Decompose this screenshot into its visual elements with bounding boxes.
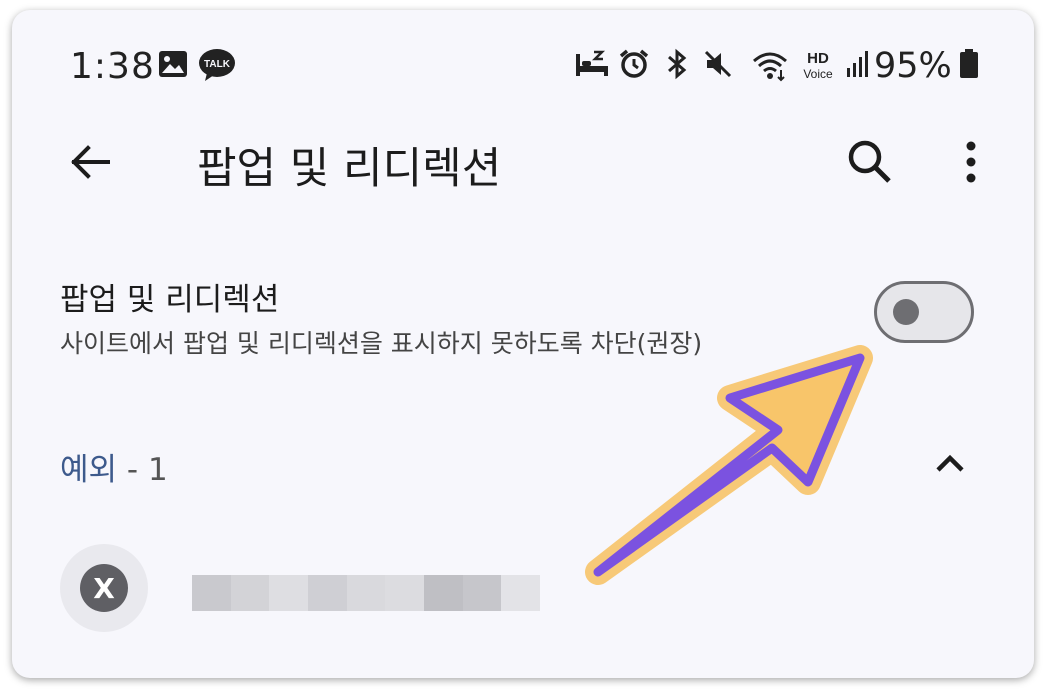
- battery-percent: 95%: [874, 46, 952, 86]
- wifi-icon: [753, 52, 787, 82]
- status-time: 1:38: [70, 46, 155, 87]
- chevron-up-icon[interactable]: [930, 444, 970, 484]
- search-icon[interactable]: [844, 136, 896, 188]
- exceptions-label: 예외: [60, 452, 118, 488]
- gallery-icon: [159, 51, 187, 77]
- site-avatar-letter: X: [80, 564, 128, 612]
- bluetooth-icon: [668, 48, 687, 80]
- hd-voice-icon: HD Voice: [803, 50, 833, 81]
- hd-badge-bottom: Voice: [803, 67, 833, 81]
- site-avatar: X: [60, 544, 148, 632]
- exceptions-header[interactable]: 예외 - 1: [60, 444, 168, 489]
- popup-toggle-switch[interactable]: [874, 281, 974, 343]
- blurred-site-url: [192, 575, 541, 611]
- kakaotalk-icon: TALK: [199, 49, 235, 81]
- phone-screen: 1:38 TALK HD Voice 95% 팝업 및 리디렉션 팝업 및 리디…: [12, 10, 1034, 678]
- page-title: 팝업 및 리디렉션: [197, 144, 502, 194]
- signal-icon: [847, 51, 868, 77]
- sleep-icon: [576, 50, 608, 76]
- mute-icon: [704, 50, 732, 78]
- back-arrow-icon[interactable]: [66, 138, 114, 186]
- kakaotalk-badge-text: TALK: [204, 59, 231, 70]
- status-bar: 1:38 TALK HD Voice 95%: [12, 10, 1034, 120]
- setting-description: 사이트에서 팝업 및 리디렉션을 표시하지 못하도록 차단(권장): [60, 329, 703, 358]
- toggle-knob: [893, 299, 919, 325]
- setting-title: 팝업 및 리디렉션: [60, 282, 280, 318]
- exceptions-count: - 1: [117, 452, 168, 488]
- hd-badge-top: HD: [807, 50, 829, 67]
- more-vert-icon[interactable]: [956, 136, 986, 188]
- battery-icon: [960, 49, 978, 78]
- alarm-icon: [619, 49, 649, 78]
